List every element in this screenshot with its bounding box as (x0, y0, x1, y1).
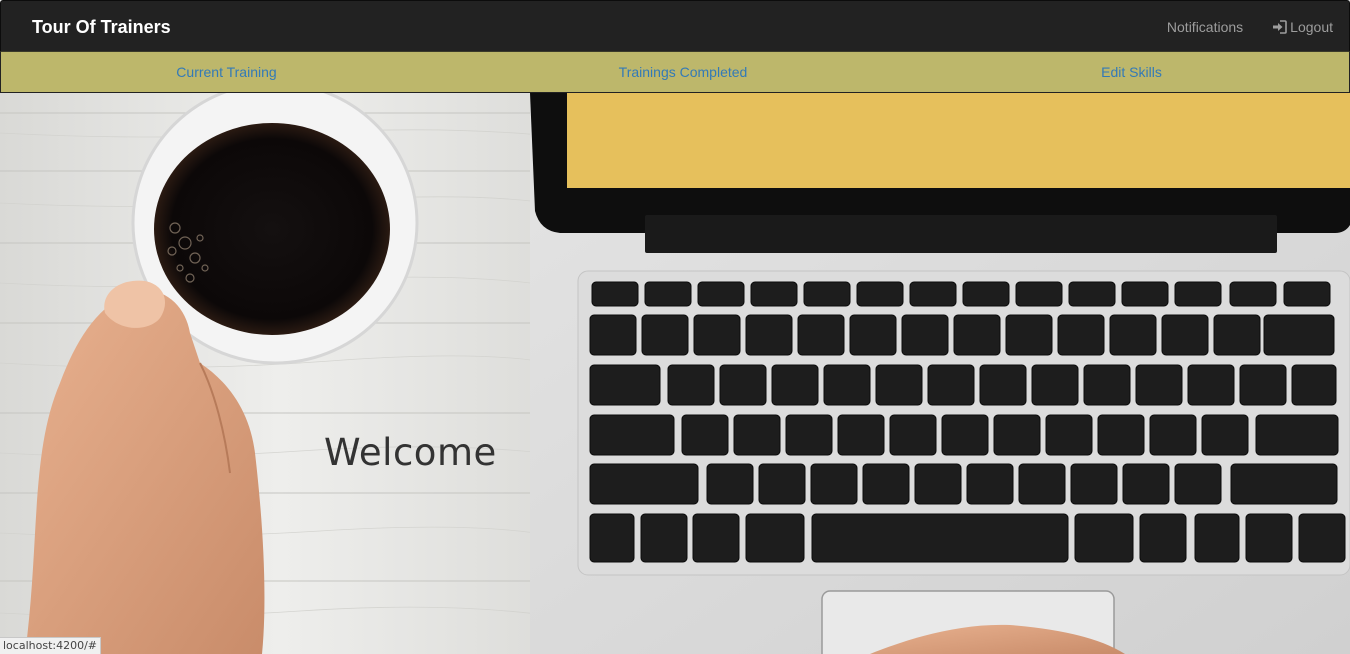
navbar-right: Notifications Logout (1167, 18, 1333, 36)
keyboard-key (1083, 364, 1131, 406)
keyboard-key (758, 463, 806, 505)
keyboard-key (1122, 463, 1170, 505)
keyboard-key (1031, 364, 1079, 406)
notifications-label: Notifications (1166, 19, 1244, 35)
keyboard-key (1263, 314, 1335, 356)
keyboard-key (750, 281, 798, 307)
top-navbar: Tour Of Trainers Notifications Logout (0, 0, 1350, 52)
tab-trainings-completed[interactable]: Trainings Completed (452, 52, 914, 92)
status-bar-url: localhost:4200/# (0, 637, 101, 654)
keyboard-key (1005, 314, 1053, 356)
keyboard-key (589, 364, 661, 406)
keyboard-key (1174, 463, 1222, 505)
keyboard-key (1239, 364, 1287, 406)
keyboard-key (1194, 513, 1240, 563)
keyboard-key (803, 281, 851, 307)
brand-link[interactable]: Tour Of Trainers (32, 16, 171, 38)
keyboard-key (591, 281, 639, 307)
keyboard-key (1135, 364, 1183, 406)
keyboard-key (1174, 281, 1222, 307)
keyboard-key (1121, 281, 1169, 307)
keyboard-key (1139, 513, 1187, 563)
keyboard-key (823, 364, 871, 406)
keyboard-key (692, 513, 740, 563)
hero-banner: Welcome (0, 93, 1350, 654)
notifications-link[interactable]: Notifications (1167, 18, 1243, 36)
keyboard-key (641, 314, 689, 356)
keyboard-key (914, 463, 962, 505)
keyboard-key (733, 414, 781, 456)
keyboard-key (862, 463, 910, 505)
keyboard-key (706, 463, 754, 505)
keyboard-key (849, 314, 897, 356)
keyboard-key (1255, 414, 1339, 456)
keyboard-key (1229, 281, 1277, 307)
log-in-icon (1272, 20, 1287, 34)
keyboard-key (1161, 314, 1209, 356)
keyboard-key (644, 281, 692, 307)
keyboard-key (993, 414, 1041, 456)
keyboard-key (1283, 281, 1331, 307)
keyboard-key (1149, 414, 1197, 456)
keyboard-key (1045, 414, 1093, 456)
keyboard-key (681, 414, 729, 456)
keyboard-key (1213, 314, 1261, 356)
keyboard-key (1074, 513, 1134, 563)
keyboard-key (1097, 414, 1145, 456)
keyboard-key (962, 281, 1010, 307)
keyboard-key (797, 314, 845, 356)
keyboard-key (856, 281, 904, 307)
keyboard-key (693, 314, 741, 356)
keyboard-key (589, 463, 699, 505)
welcome-heading: Welcome (324, 431, 497, 474)
keyboard-key (1187, 364, 1235, 406)
keyboard-key (589, 314, 637, 356)
sub-navbar: Current Training Trainings Completed Edi… (0, 51, 1350, 93)
keyboard-key (771, 364, 819, 406)
app-root: Tour Of Trainers Notifications Logout Cu… (0, 0, 1350, 654)
tab-current-training[interactable]: Current Training (1, 52, 452, 92)
keyboard-key (640, 513, 688, 563)
keyboard-key (697, 281, 745, 307)
logout-link[interactable]: Logout (1272, 18, 1333, 36)
keyboard-key (810, 463, 858, 505)
keyboard-keys (589, 281, 1346, 563)
keyboard-key (811, 513, 1069, 563)
keyboard-key (979, 364, 1027, 406)
keyboard-key (1298, 513, 1346, 563)
keyboard-key (1230, 463, 1338, 505)
keyboard-key (1070, 463, 1118, 505)
keyboard-key (745, 314, 793, 356)
keyboard-key (1015, 281, 1063, 307)
keyboard-key (719, 364, 767, 406)
keyboard-key (966, 463, 1014, 505)
keyboard-key (901, 314, 949, 356)
keyboard-key (1201, 414, 1249, 456)
keyboard-key (953, 314, 1001, 356)
hero-background-image (0, 93, 1350, 654)
keyboard-key (1109, 314, 1157, 356)
keyboard-key (589, 513, 635, 563)
keyboard-key (889, 414, 937, 456)
keyboard-key (875, 364, 923, 406)
keyboard-key (785, 414, 833, 456)
keyboard-key (909, 281, 957, 307)
keyboard-key (1057, 314, 1105, 356)
keyboard-key (667, 364, 715, 406)
keyboard-key (1291, 364, 1337, 406)
keyboard-key (927, 364, 975, 406)
keyboard-key (1068, 281, 1116, 307)
keyboard-key (1245, 513, 1293, 563)
keyboard-key (837, 414, 885, 456)
keyboard-key (1018, 463, 1066, 505)
keyboard-key (941, 414, 989, 456)
keyboard-key (745, 513, 805, 563)
tab-edit-skills[interactable]: Edit Skills (914, 52, 1349, 92)
keyboard-key (589, 414, 675, 456)
logout-label: Logout (1290, 19, 1333, 35)
